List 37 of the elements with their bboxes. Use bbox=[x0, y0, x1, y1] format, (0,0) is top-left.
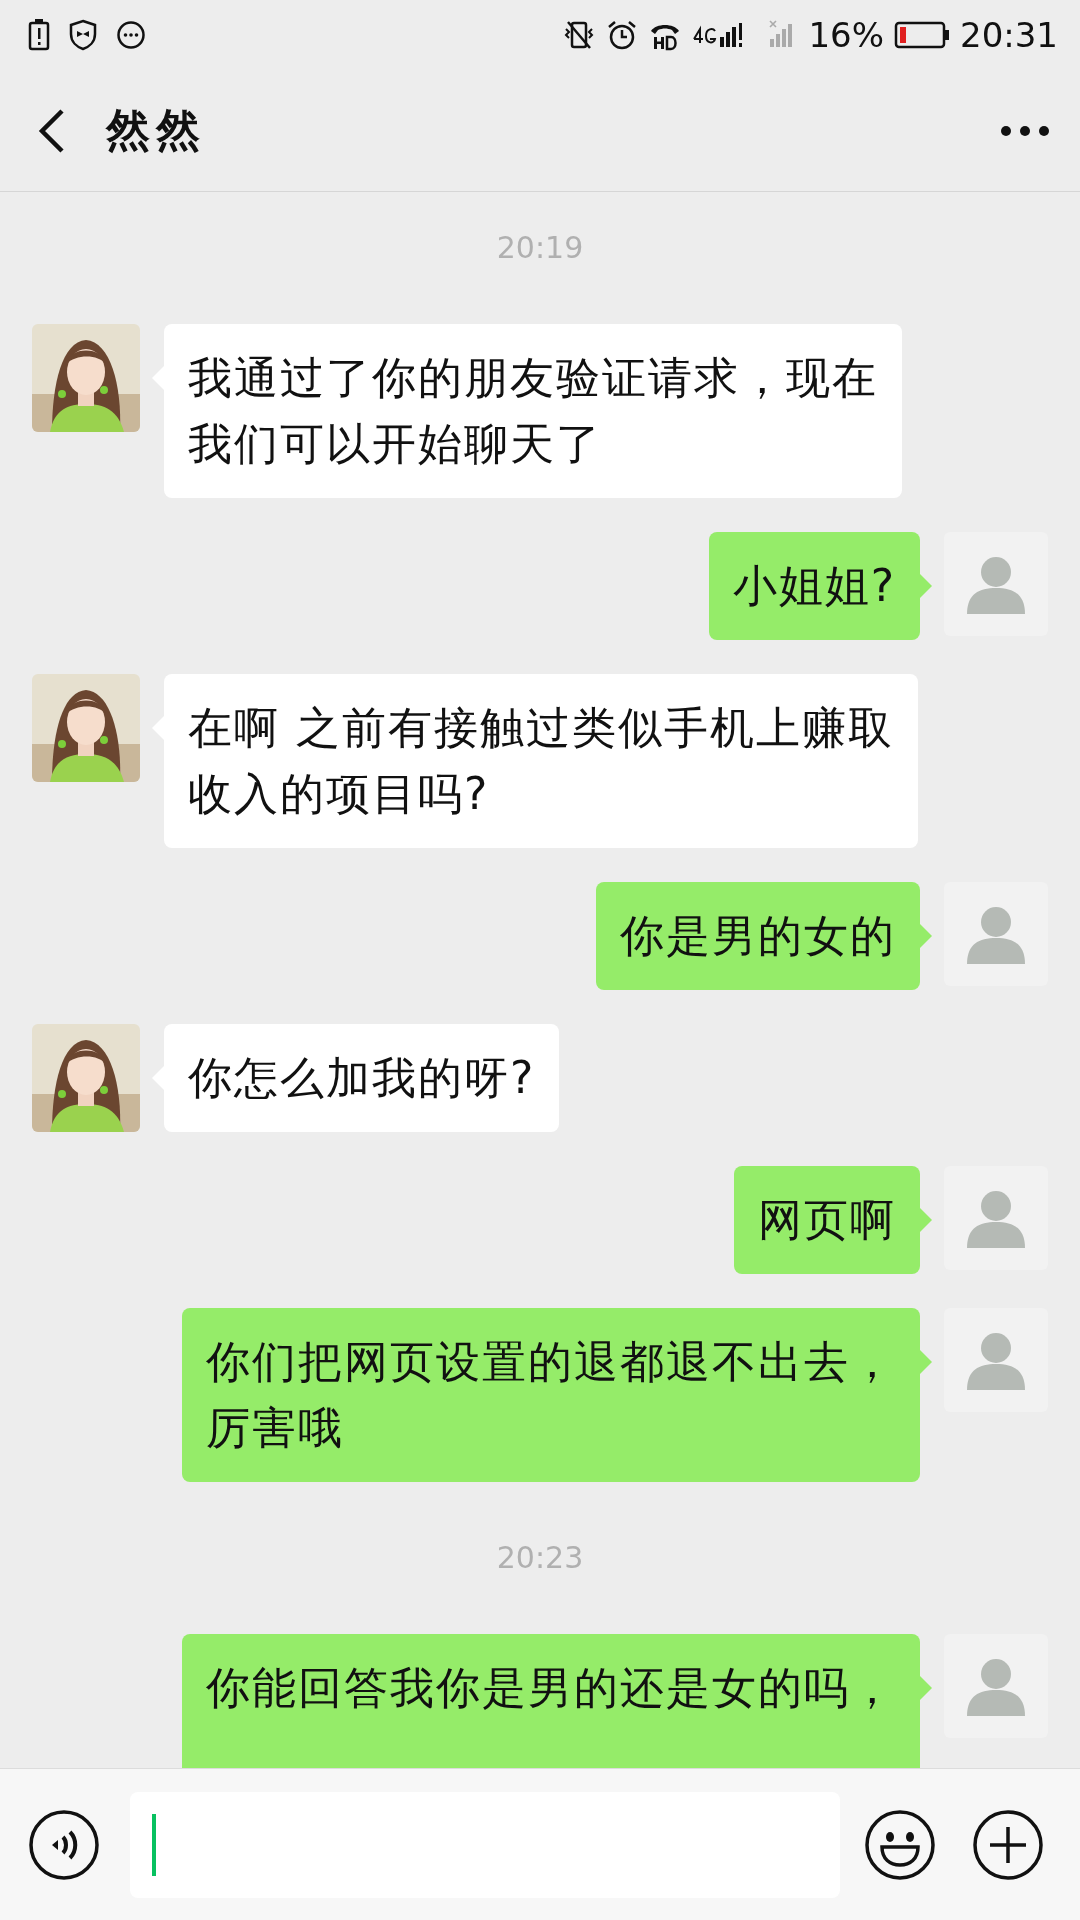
avatar[interactable] bbox=[944, 1634, 1048, 1738]
message-bubble[interactable]: 网页啊 bbox=[734, 1166, 920, 1274]
message-bubble[interactable]: 小姐姐? bbox=[708, 532, 920, 640]
person-icon bbox=[965, 1188, 1027, 1248]
avatar[interactable] bbox=[944, 1166, 1048, 1270]
timestamp: 20:23 bbox=[496, 1539, 584, 1577]
person-icon bbox=[965, 554, 1027, 614]
message-bubble[interactable]: 你能回答我你是男的还是女的吗， bbox=[182, 1634, 920, 1768]
avatar[interactable] bbox=[944, 1308, 1048, 1412]
more-icon[interactable] bbox=[1000, 124, 1050, 137]
battery-alert-icon bbox=[28, 19, 50, 51]
plus-icon[interactable] bbox=[972, 1808, 1044, 1881]
chat-title: 然然 bbox=[106, 103, 206, 157]
message-bubble[interactable]: 在啊 之前有接触过类似手机上赚取 收入的项目吗? bbox=[164, 674, 918, 848]
battery-low-icon bbox=[894, 21, 950, 49]
shield-icon bbox=[68, 19, 98, 51]
message-bubble[interactable]: 你是男的女的 bbox=[596, 882, 920, 990]
emoji-icon[interactable] bbox=[864, 1808, 936, 1881]
battery-percent: 16% bbox=[808, 15, 884, 55]
timestamp: 20:19 bbox=[496, 229, 584, 267]
more-circle-icon bbox=[116, 20, 146, 50]
clock-time: 20:31 bbox=[960, 15, 1058, 55]
avatar[interactable] bbox=[944, 882, 1048, 986]
person-icon bbox=[965, 904, 1027, 964]
message-bubble[interactable]: 我通过了你的朋友验证请求，现在 我们可以开始聊天了 bbox=[164, 324, 902, 498]
bubble-tail bbox=[920, 1208, 932, 1232]
bubble-tail bbox=[920, 1350, 932, 1374]
person-icon bbox=[965, 1656, 1027, 1716]
person-icon bbox=[965, 1330, 1027, 1390]
voice-icon[interactable] bbox=[28, 1808, 100, 1881]
bubble-tail bbox=[920, 1676, 932, 1700]
bubble-tail bbox=[920, 574, 932, 598]
message-bubble[interactable]: 你们把网页设置的退都退不出去， 厉害哦 bbox=[182, 1308, 920, 1482]
avatar[interactable] bbox=[944, 532, 1048, 636]
message-bubble[interactable]: 你怎么加我的呀? bbox=[164, 1024, 560, 1132]
message-input[interactable] bbox=[130, 1791, 840, 1898]
bubble-tail bbox=[920, 924, 932, 948]
